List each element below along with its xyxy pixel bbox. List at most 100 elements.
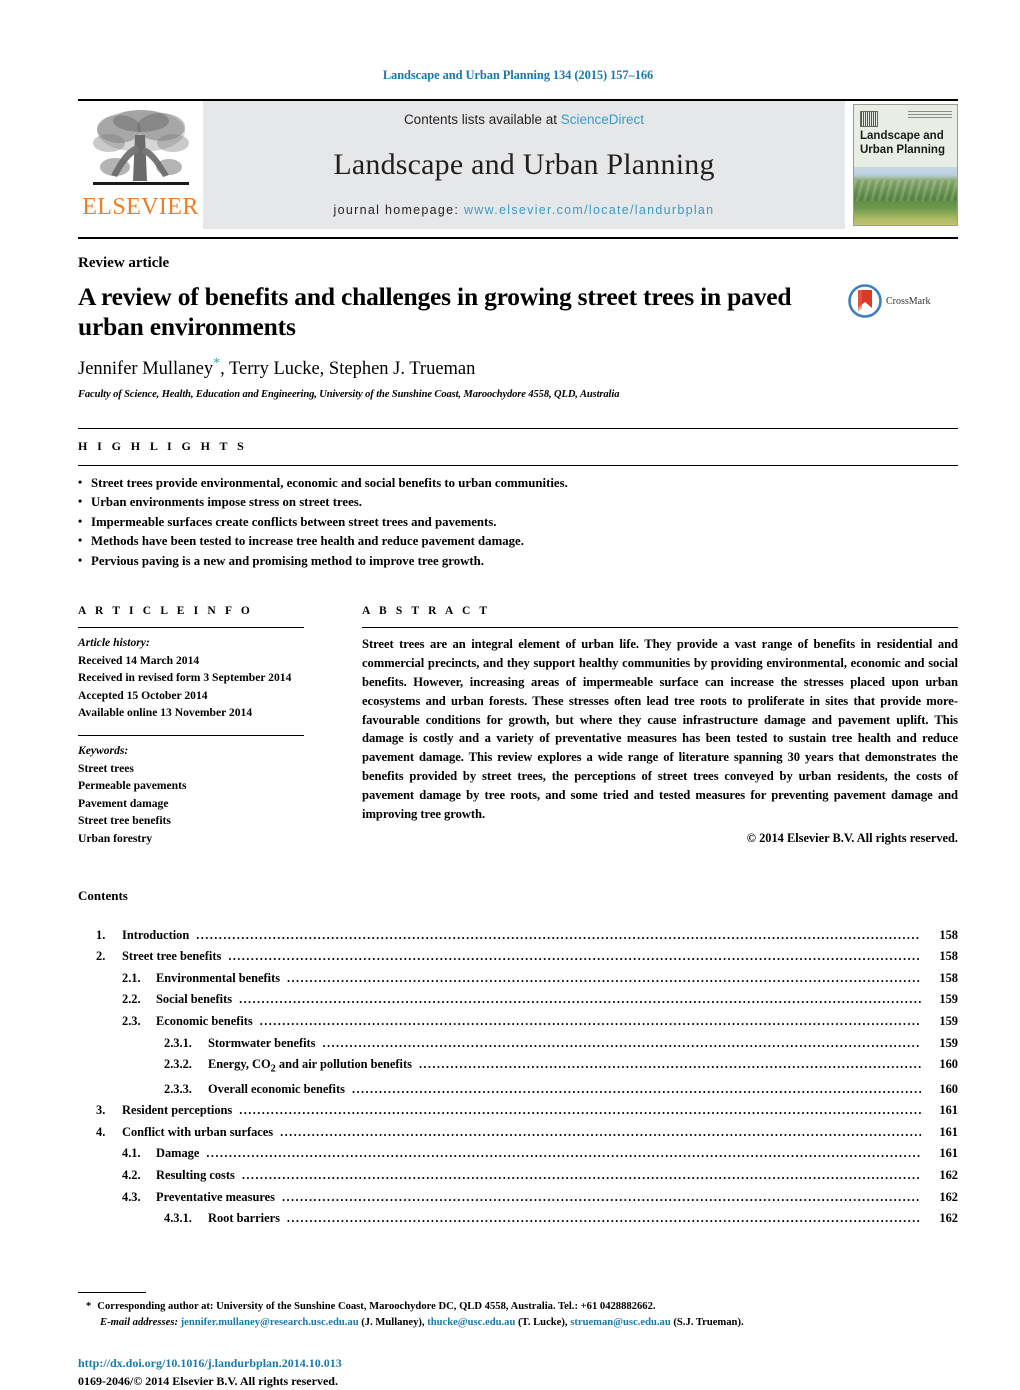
cover-title-line-1: Landscape and [860, 130, 944, 142]
toc-entry-number: 4.1. [122, 1146, 141, 1161]
sciencedirect-link[interactable]: ScienceDirect [561, 112, 644, 127]
toc-entry[interactable]: 4.3. Preventative measures...............… [78, 1187, 958, 1209]
toc-leader-dots: ........................................… [280, 1124, 921, 1139]
toc-entry[interactable]: 4.3.1. Root barriers.....................… [78, 1208, 958, 1230]
contents-lists-line: Contents lists available at ScienceDirec… [404, 112, 644, 127]
toc-entry[interactable]: 2.3.3. Overall economic benefits.........… [78, 1079, 958, 1101]
crossmark-badge[interactable]: CrossMark [848, 284, 952, 318]
author-list: Jennifer Mullaney*, Terry Lucke, Stephen… [78, 356, 958, 380]
toc-entry-label: Root barriers [208, 1211, 280, 1226]
toc-entry[interactable]: 4.1. Damage..............................… [78, 1143, 958, 1165]
author-rest: , Terry Lucke, Stephen J. Trueman [220, 358, 476, 379]
cover-barcode-icon [860, 111, 878, 127]
toc-leader-dots: ........................................… [259, 1014, 921, 1029]
toc-entry-number: 2. [96, 949, 106, 964]
doi-block: http://dx.doi.org/10.1016/j.landurbplan.… [78, 1355, 958, 1390]
history-item: Accepted 15 October 2014 [78, 688, 208, 702]
toc-entry-page: 162 [939, 1189, 958, 1204]
toc-entry-label: Stormwater benefits [208, 1035, 316, 1050]
toc-leader-dots: ........................................… [228, 949, 921, 964]
footnote-divider [78, 1291, 146, 1293]
toc-entry-number: 4.3. [122, 1189, 141, 1204]
toc-entry-number: 2.3.2. [164, 1057, 192, 1072]
title-row: A review of benefits and challenges in g… [78, 282, 958, 342]
list-item: Methods have been tested to increase tre… [78, 531, 958, 551]
toc-entry-number: 2.3. [122, 1014, 141, 1029]
keyword-item: Permeable pavements [78, 779, 187, 793]
email-person-1: (J. Mullaney), [361, 1317, 425, 1329]
article-info-heading: A R T I C L E I N F O [78, 605, 253, 617]
keyword-item: Street tree benefits [78, 814, 171, 828]
toc-entry-label: Damage [156, 1146, 200, 1161]
email-link-2[interactable]: thucke@usc.edu.au [427, 1317, 515, 1328]
toc-entry[interactable]: 4. Conflict with urban surfaces..........… [78, 1122, 958, 1144]
toc-entry-number: 4.3.1. [164, 1211, 192, 1226]
toc-entry[interactable]: 3. Resident perceptions..................… [78, 1100, 958, 1122]
journal-cover-thumbnail[interactable]: Landscape and Urban Planning [853, 104, 958, 226]
footnote-area: * Corresponding author at: University of … [78, 1291, 958, 1390]
toc-entry-page: 161 [939, 1103, 958, 1118]
toc-entry-page: 160 [939, 1057, 958, 1072]
page-content: Landscape and Urban Planning 134 (2015) … [78, 0, 958, 1390]
keyword-item: Urban forestry [78, 832, 153, 846]
toc-entry-page: 161 [939, 1146, 958, 1161]
article-history-label: Article history: [78, 636, 150, 649]
journal-title: Landscape and Urban Planning [333, 148, 715, 181]
toc-leader-dots: ........................................… [351, 1081, 921, 1096]
toc-entry-number: 2.2. [122, 992, 141, 1007]
toc-entry-label: Overall economic benefits [208, 1081, 345, 1096]
history-item: Received in revised form 3 September 201… [78, 671, 292, 685]
toc-entry[interactable]: 2. Street tree benefits..................… [78, 946, 958, 968]
article-history-block: Article history: Received 14 March 2014 … [78, 628, 304, 722]
highlights-rule [78, 464, 958, 466]
list-item: Urban environments impose stress on stre… [78, 492, 958, 512]
toc-leader-dots: ........................................… [239, 992, 921, 1007]
toc-entry[interactable]: 2.2. Social benefits.....................… [78, 989, 958, 1011]
toc-entry-page: 159 [939, 1014, 958, 1029]
journal-homepage-link[interactable]: www.elsevier.com/locate/landurbplan [464, 203, 714, 217]
author-first: Jennifer Mullaney [78, 358, 214, 379]
toc-entry-number: 3. [96, 1103, 106, 1118]
table-of-contents: 1. Introduction..........................… [78, 925, 958, 1230]
toc-entry[interactable]: 2.3.1. Stormwater benefits...............… [78, 1033, 958, 1055]
toc-leader-dots: ........................................… [241, 1167, 921, 1182]
toc-leader-dots: ........................................… [287, 970, 921, 985]
author-affiliation: Faculty of Science, Health, Education an… [78, 388, 620, 400]
list-item: Street trees provide environmental, econ… [78, 473, 958, 493]
history-item: Available online 13 November 2014 [78, 706, 253, 720]
toc-entry-number: 1. [96, 927, 106, 942]
toc-entry[interactable]: 4.2. Resulting costs.....................… [78, 1165, 958, 1187]
list-item: Pervious paving is a new and promising m… [78, 551, 958, 571]
info-abstract-row: A R T I C L E I N F O Article history: R… [78, 605, 958, 848]
homepage-prefix: journal homepage: [333, 203, 464, 217]
toc-entry-page: 158 [939, 949, 958, 964]
abstract-copyright: © 2014 Elsevier B.V. All rights reserved… [746, 830, 958, 845]
toc-entry-number: 2.1. [122, 970, 141, 985]
cover-landscape-photo [854, 167, 957, 225]
email-link-3[interactable]: strueman@usc.edu.au [570, 1317, 671, 1328]
toc-entry[interactable]: 2.3.2. Energy, CO2 and air pollution bene… [78, 1054, 958, 1078]
doi-link[interactable]: http://dx.doi.org/10.1016/j.landurbplan.… [78, 1355, 958, 1373]
journal-masthead: ELSEVIER Contents lists available at Sci… [78, 99, 958, 229]
email-person-3: (S.J. Trueman). [673, 1317, 744, 1329]
page-title: A review of benefits and challenges in g… [78, 282, 792, 341]
toc-entry-label: Social benefits [156, 992, 233, 1007]
keywords-label: Keywords: [78, 744, 129, 758]
toc-entry[interactable]: 2.3. Economic benefits...................… [78, 1011, 958, 1033]
toc-entry[interactable]: 1. Introduction..........................… [78, 925, 958, 947]
toc-entry[interactable]: 2.1. Environmental benefits..............… [78, 968, 958, 990]
toc-entry-label: Energy, CO2 and air pollution benefits [208, 1057, 412, 1075]
toc-entry-number: 2.3.3. [164, 1081, 192, 1096]
toc-entry-label: Economic benefits [156, 1014, 253, 1029]
toc-entry-number: 2.3.1. [164, 1035, 192, 1050]
toc-entry-label: Introduction [122, 927, 190, 942]
corresponding-author-note: * Corresponding author at: University of … [78, 1299, 958, 1316]
toc-entry-page: 159 [939, 1035, 958, 1050]
corresponding-note-marker: * [86, 1300, 92, 1312]
toc-entry-page: 161 [939, 1124, 958, 1139]
email-person-2: (T. Lucke), [518, 1317, 568, 1329]
toc-entry-label: Resident perceptions [122, 1103, 233, 1118]
email-link-1[interactable]: jennifer.mullaney@research.usc.edu.au [181, 1317, 359, 1328]
article-info-column: A R T I C L E I N F O Article history: R… [78, 605, 304, 848]
